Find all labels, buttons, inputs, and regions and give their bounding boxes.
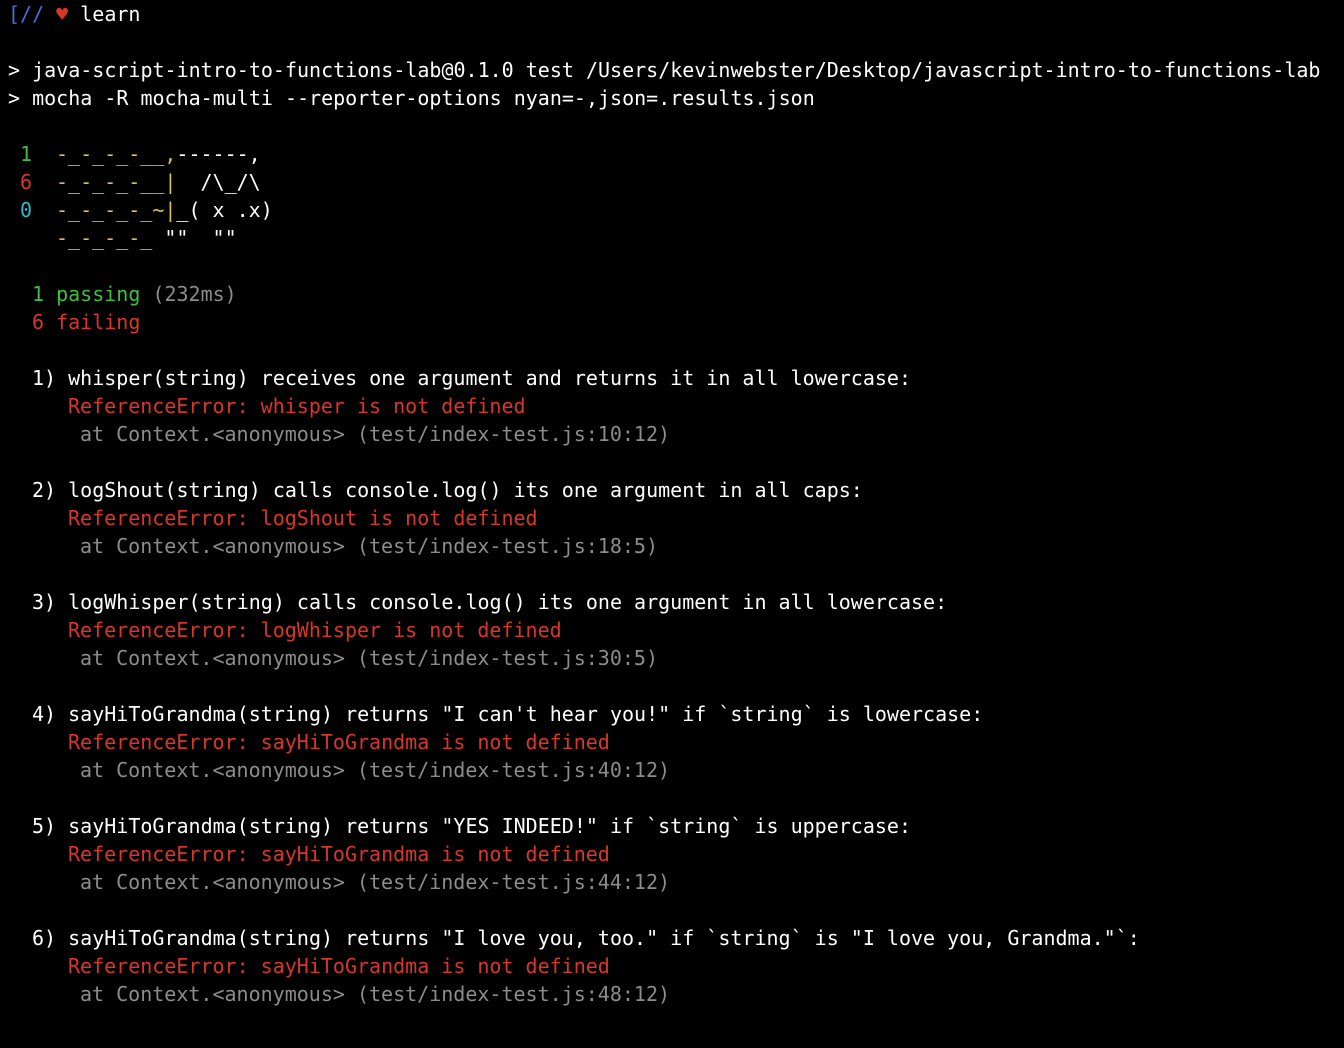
failure-error: ReferenceError: sayHiToGrandma is not de… <box>68 954 610 978</box>
stack-location: (test/index-test.js:44:12) <box>356 870 671 894</box>
failure-error: ReferenceError: logShout is not defined <box>68 506 538 530</box>
stack-prefix: at Context.<anonymous> <box>80 982 345 1006</box>
stack-location: (test/index-test.js:10:12) <box>356 422 671 446</box>
npm-command-line: > mocha -R mocha-multi --reporter-option… <box>8 86 815 110</box>
failure-stack: at Context.<anonymous> (test/index-test.… <box>8 868 1344 896</box>
stack-prefix: at Context.<anonymous> <box>80 646 345 670</box>
stack-prefix: at Context.<anonymous> <box>80 870 345 894</box>
failure-error: ReferenceError: sayHiToGrandma is not de… <box>68 730 610 754</box>
nyan-pending-count: 0 <box>20 198 33 222</box>
nyan-trail: -_-_-_-__| <box>56 170 177 194</box>
nyan-failing-count: 6 <box>20 170 33 194</box>
passing-label: passing <box>56 282 141 306</box>
failing-summary: 6 failing <box>8 308 1344 336</box>
prompt-command: learn <box>80 2 141 26</box>
failure-error: ReferenceError: sayHiToGrandma is not de… <box>68 842 610 866</box>
stack-location: (test/index-test.js:40:12) <box>356 758 671 782</box>
failure-error: ReferenceError: whisper is not defined <box>68 394 526 418</box>
failure-title: 2) logShout(string) calls console.log() … <box>32 478 863 502</box>
test-duration: (232ms) <box>152 282 237 306</box>
failure-item: 3) logWhisper(string) calls console.log(… <box>8 560 1344 672</box>
nyan-empty-count <box>8 224 56 252</box>
stack-location: (test/index-test.js:30:5) <box>356 646 658 670</box>
failure-title: 5) sayHiToGrandma(string) returns "YES I… <box>32 814 911 838</box>
npm-script-line: > java-script-intro-to-functions-lab@0.1… <box>8 58 1321 82</box>
nyan-row: 0 -_-_-_-_~| _( x .x) <box>8 196 1344 224</box>
stack-location: (test/index-test.js:18:5) <box>356 534 658 558</box>
nyan-row: 6 -_-_-_-__| /\_/\ <box>8 168 1344 196</box>
nyan-cat: ------, <box>176 142 261 166</box>
stack-prefix: at Context.<anonymous> <box>80 758 345 782</box>
failure-title: 6) sayHiToGrandma(string) returns "I lov… <box>32 926 1140 950</box>
terminal-window[interactable]: [// ♥ learn > java-script-intro-to-funct… <box>0 0 1344 1048</box>
nyan-row: -_-_-_-_ "" "" <box>8 224 1344 252</box>
nyan-row: 1 -_-_-_-__, ------, <box>8 140 1344 168</box>
failure-item: 6) sayHiToGrandma(string) returns "I lov… <box>8 896 1344 1008</box>
failure-list: 1) whisper(string) receives one argument… <box>8 336 1344 1008</box>
failure-stack: at Context.<anonymous> (test/index-test.… <box>8 644 1344 672</box>
prompt-bracket: [// <box>8 2 45 26</box>
heart-icon: ♥ <box>56 2 69 26</box>
failure-item: 1) whisper(string) receives one argument… <box>8 336 1344 448</box>
nyan-trail: -_-_-_-_ <box>56 226 165 250</box>
failure-item: 4) sayHiToGrandma(string) returns "I can… <box>8 672 1344 784</box>
failing-count: 6 <box>32 310 45 334</box>
failure-stack: at Context.<anonymous> (test/index-test.… <box>8 532 1344 560</box>
failure-stack: at Context.<anonymous> (test/index-test.… <box>8 980 1344 1008</box>
failure-title: 1) whisper(string) receives one argument… <box>32 366 911 390</box>
failure-item: 2) logShout(string) calls console.log() … <box>8 448 1344 560</box>
nyan-trail: -_-_-_-__, <box>56 142 177 166</box>
failing-label: failing <box>56 310 141 334</box>
nyan-passing-count: 1 <box>20 142 33 166</box>
shell-prompt: [// ♥ learn <box>8 0 1344 28</box>
failure-title: 4) sayHiToGrandma(string) returns "I can… <box>32 702 984 726</box>
stack-prefix: at Context.<anonymous> <box>80 534 345 558</box>
nyan-cat: /\_/\ <box>176 170 261 194</box>
failure-title: 3) logWhisper(string) calls console.log(… <box>32 590 948 614</box>
nyan-cat: "" "" <box>164 226 237 250</box>
failure-stack: at Context.<anonymous> (test/index-test.… <box>8 420 1344 448</box>
failure-item: 5) sayHiToGrandma(string) returns "YES I… <box>8 784 1344 896</box>
failure-stack: at Context.<anonymous> (test/index-test.… <box>8 756 1344 784</box>
nyan-cat: _( x .x) <box>176 198 273 222</box>
failure-error: ReferenceError: logWhisper is not define… <box>68 618 562 642</box>
stack-prefix: at Context.<anonymous> <box>80 422 345 446</box>
passing-summary: 1 passing (232ms) <box>8 280 1344 308</box>
nyan-reporter: 1 -_-_-_-__, ------, 6 -_-_-_-__| /\_/\ 0… <box>8 140 1344 252</box>
passing-count: 1 <box>32 282 45 306</box>
stack-location: (test/index-test.js:48:12) <box>356 982 671 1006</box>
nyan-trail: -_-_-_-_~| <box>56 198 177 222</box>
